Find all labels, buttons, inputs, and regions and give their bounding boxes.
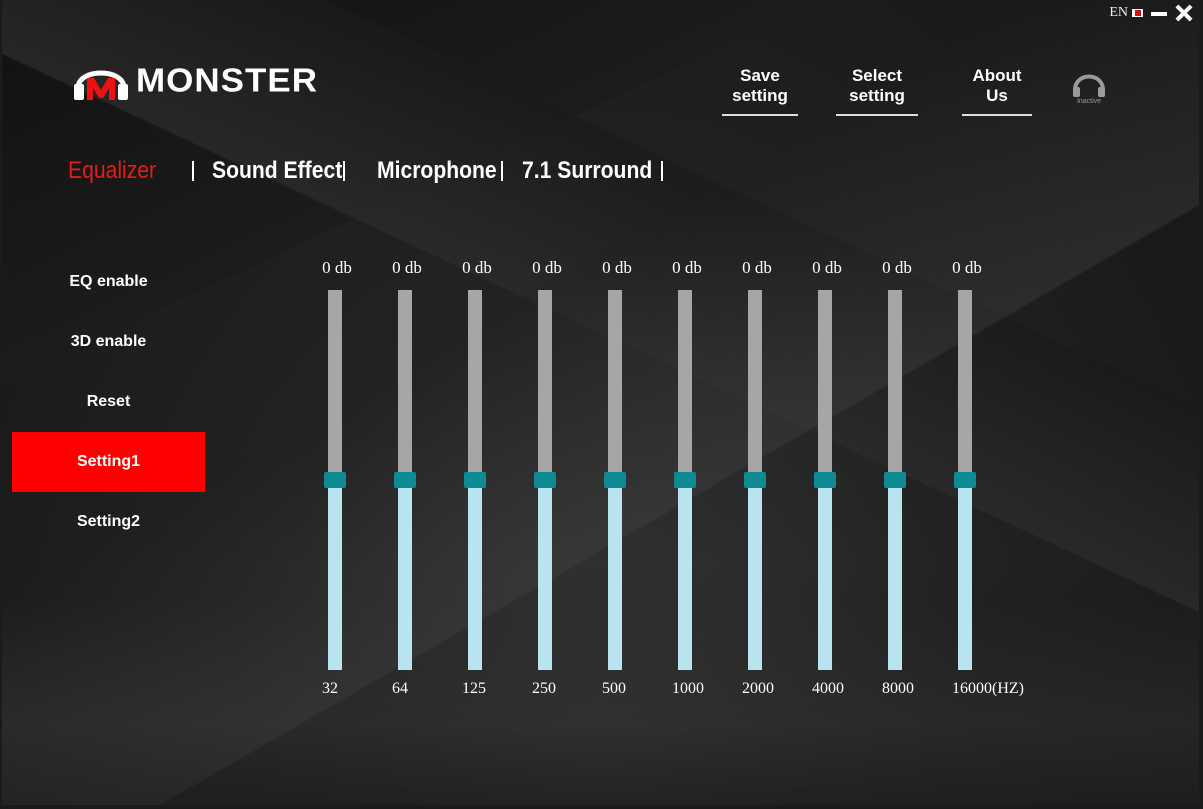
eq-slider-fill — [608, 480, 622, 670]
gain-label: 0 db — [742, 258, 772, 277]
tab-separator — [501, 161, 503, 181]
eq-slider-track[interactable] — [394, 290, 416, 670]
gain-label: 0 db — [672, 258, 702, 277]
eq-slider-track[interactable] — [604, 290, 626, 670]
save-setting-link[interactable]: Save setting — [722, 66, 798, 116]
brand-name: MONSTER — [136, 61, 318, 99]
device-status-label: Inactive — [1077, 98, 1101, 105]
eq-band: 0 db 125 — [442, 250, 512, 710]
headphones-logo-icon — [74, 70, 128, 100]
gain-label: 0 db — [952, 258, 982, 277]
eq-slider-thumb[interactable] — [884, 472, 906, 488]
gain-label: 0 db — [532, 258, 562, 277]
eq-slider-thumb[interactable] — [604, 472, 626, 488]
setting1-button[interactable]: Setting1 — [12, 432, 205, 492]
select-setting-link[interactable]: Select setting — [836, 66, 918, 116]
frequency-label: 500 — [602, 680, 626, 697]
gain-label: 0 db — [812, 258, 842, 277]
headset-icon: Inactive — [1073, 74, 1105, 105]
language-selector[interactable]: EN — [1109, 5, 1143, 21]
eq-slider-thumb[interactable] — [814, 472, 836, 488]
gain-label: 0 db — [392, 258, 422, 277]
window-controls: EN — [1109, 4, 1193, 22]
eq-slider-track[interactable] — [324, 290, 346, 670]
frequency-label: 2000 — [742, 680, 774, 697]
tab-separator — [343, 161, 345, 181]
tab-bar: Equalizer Sound Effect Microphone 7.1 Su… — [68, 157, 663, 185]
close-button[interactable] — [1175, 4, 1193, 22]
tab-separator — [192, 161, 194, 181]
frequency-label: 1000 — [672, 680, 704, 697]
eq-slider-track[interactable] — [954, 290, 976, 670]
eq-slider-fill — [888, 480, 902, 670]
gain-label: 0 db — [322, 258, 352, 277]
eq-slider-fill — [468, 480, 482, 670]
eq-band: 0 db 4000 — [792, 250, 862, 710]
app-window: EN MONSTER Save setting Select setting A… — [2, 0, 1199, 805]
tab-equalizer[interactable]: Equalizer — [68, 157, 177, 185]
tab-microphone[interactable]: Microphone — [377, 157, 497, 185]
eq-band: 0 db 250 — [512, 250, 582, 710]
frequency-label: 8000 — [882, 680, 914, 697]
eq-slider-thumb[interactable] — [394, 472, 416, 488]
frequency-label: 16000(HZ) — [952, 680, 1024, 697]
logo: MONSTER — [72, 58, 318, 102]
reset-button[interactable]: Reset — [12, 372, 205, 432]
eq-slider-fill — [678, 480, 692, 670]
eq-slider-track[interactable] — [534, 290, 556, 670]
frequency-label: 4000 — [812, 680, 844, 697]
setting2-button[interactable]: Setting2 — [12, 492, 205, 552]
3d-enable-button[interactable]: 3D enable — [12, 312, 205, 372]
eq-slider-track[interactable] — [464, 290, 486, 670]
frequency-label: 125 — [462, 680, 486, 697]
minimize-button[interactable] — [1151, 12, 1167, 16]
gain-label: 0 db — [462, 258, 492, 277]
eq-slider-track[interactable] — [674, 290, 696, 670]
eq-slider-fill — [328, 480, 342, 670]
frequency-label: 64 — [392, 680, 408, 697]
sidebar: EQ enable 3D enable Reset Setting1 Setti… — [12, 252, 205, 552]
eq-slider-fill — [958, 480, 972, 670]
eq-slider-fill — [818, 480, 832, 670]
eq-slider-fill — [398, 480, 412, 670]
eq-band: 0 db 32 — [302, 250, 372, 710]
language-label: EN — [1109, 5, 1128, 20]
flag-icon — [1132, 9, 1143, 17]
gain-label: 0 db — [602, 258, 632, 277]
frequency-label: 32 — [322, 680, 338, 697]
equalizer-panel: 0 db 32 0 db 64 0 db 125 0 db 250 0 db 500 0 db 100… — [302, 250, 1062, 710]
eq-band: 0 db 16000(HZ) — [932, 250, 1024, 710]
eq-slider-fill — [748, 480, 762, 670]
frequency-label: 250 — [532, 680, 556, 697]
gain-label: 0 db — [882, 258, 912, 277]
eq-band: 0 db 8000 — [862, 250, 932, 710]
eq-slider-track[interactable] — [744, 290, 766, 670]
about-us-link[interactable]: About Us — [962, 66, 1032, 116]
eq-slider-thumb[interactable] — [954, 472, 976, 488]
eq-band: 0 db 64 — [372, 250, 442, 710]
tab-sound-effect[interactable]: Sound Effect — [212, 157, 342, 185]
eq-slider-track[interactable] — [814, 290, 836, 670]
top-nav: Save setting Select setting About Us — [722, 66, 1032, 116]
tab-separator — [661, 161, 663, 181]
eq-slider-thumb[interactable] — [744, 472, 766, 488]
device-status[interactable]: Inactive — [1070, 68, 1108, 106]
eq-slider-thumb[interactable] — [324, 472, 346, 488]
eq-enable-button[interactable]: EQ enable — [12, 252, 205, 312]
eq-slider-fill — [538, 480, 552, 670]
eq-band: 0 db 2000 — [722, 250, 792, 710]
eq-band: 0 db 1000 — [652, 250, 722, 710]
eq-slider-thumb[interactable] — [534, 472, 556, 488]
eq-band: 0 db 500 — [582, 250, 652, 710]
eq-slider-track[interactable] — [884, 290, 906, 670]
eq-slider-thumb[interactable] — [674, 472, 696, 488]
tab-7-1-surround[interactable]: 7.1 Surround — [522, 157, 652, 185]
eq-slider-thumb[interactable] — [464, 472, 486, 488]
